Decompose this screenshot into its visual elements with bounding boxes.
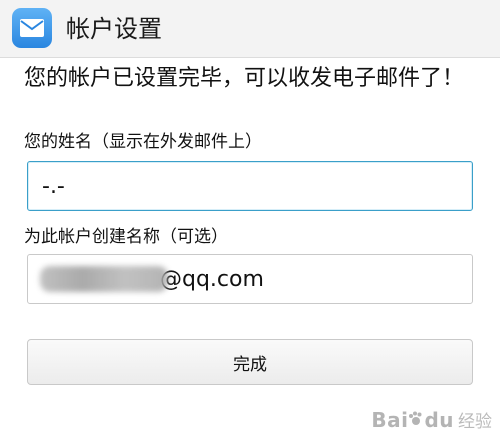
account-name-value: @qq.com <box>28 255 472 303</box>
account-setup-screen: 帐户设置 您的帐户已设置完毕，可以收发电子邮件了！ 您的姓名（显示在外发邮件上）… <box>0 0 500 440</box>
baidu-logo-du: du <box>424 407 454 432</box>
baidu-watermark: Bai du 经验 <box>371 407 492 433</box>
account-name-field-label: 为此帐户创建名称（可选） <box>24 227 228 247</box>
account-email-suffix: @qq.com <box>160 266 264 292</box>
envelope-glyph <box>20 19 44 37</box>
paw-icon <box>409 411 422 425</box>
baidu-logo: Bai du <box>371 408 454 432</box>
mail-icon <box>12 8 52 48</box>
account-name-input[interactable]: @qq.com <box>27 254 473 304</box>
baidu-logo-bai: Bai <box>371 407 409 432</box>
baidu-jingyan-label: 经验 <box>458 412 492 432</box>
name-input[interactable] <box>27 161 473 211</box>
blurred-account-number <box>40 266 168 292</box>
done-button[interactable]: 完成 <box>27 339 473 385</box>
setup-complete-message: 您的帐户已设置完毕，可以收发电子邮件了！ <box>24 66 465 91</box>
title-bar: 帐户设置 <box>0 0 500 58</box>
page-title: 帐户设置 <box>66 15 162 43</box>
name-field-label: 您的姓名（显示在外发邮件上） <box>24 132 262 152</box>
